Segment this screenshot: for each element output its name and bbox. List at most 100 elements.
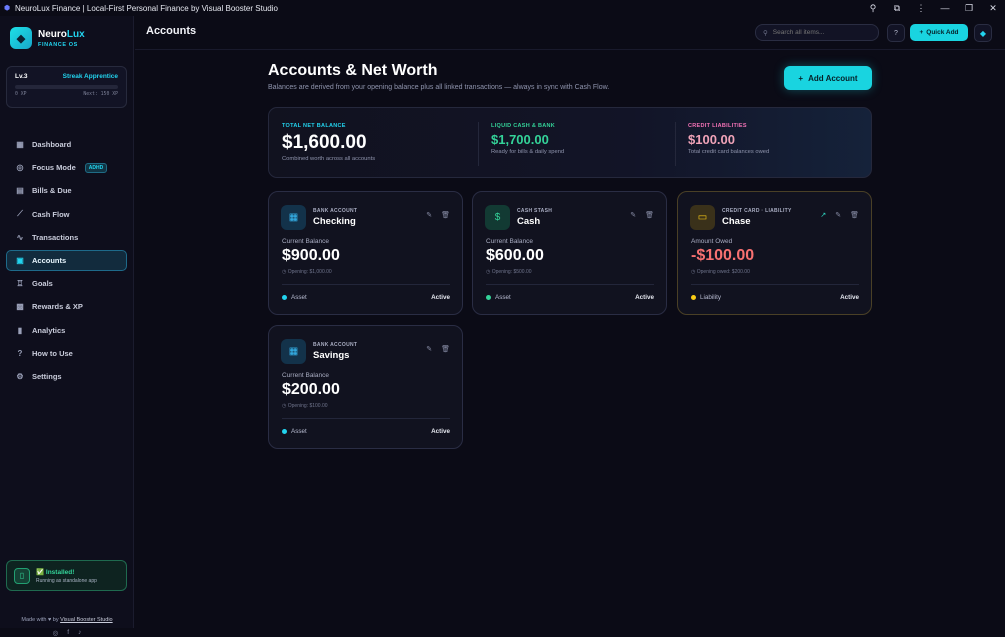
summary-description: Ready for bills & daily spend xyxy=(491,149,565,155)
help-circle-icon: ? xyxy=(17,348,23,358)
status-badge: Active xyxy=(635,294,654,301)
trash-icon[interactable]: 🗑 xyxy=(850,211,859,219)
installed-subtitle: Running as standalone app xyxy=(36,577,97,584)
instagram-icon[interactable]: ◎ xyxy=(53,629,59,637)
account-balance: -$100.00 xyxy=(691,247,755,264)
sidebar-item-label: Settings xyxy=(32,371,62,381)
sidebar-item-rewards-xp[interactable]: ▩ Rewards & XP xyxy=(6,296,127,317)
search-icon: ⚲ xyxy=(763,29,768,37)
minimize-icon[interactable]: — xyxy=(939,3,951,13)
summary-value: $1,700.00 xyxy=(491,132,549,147)
summary-divider xyxy=(478,122,479,166)
sidebar-item-settings[interactable]: ⚙ Settings xyxy=(6,366,127,387)
summary-description: Combined worth across all accounts xyxy=(282,156,376,162)
sidebar-item-accounts[interactable]: ▣ Accounts xyxy=(6,249,127,271)
brand[interactable]: ◆ NeuroLux FINANCE OS xyxy=(10,27,85,49)
sidebar-nav: ▦ Dashboard ◎ Focus Mode ADHD ▤ Bills & Due ⟋ Ca… xyxy=(6,134,127,389)
account-card-savings[interactable]: ▦ BANK ACCOUNT Savings ✎ 🗑 Current Balance $20… xyxy=(268,325,463,449)
dollar-icon: $ xyxy=(485,205,510,230)
level-card[interactable]: Lv.3 Streak Apprentice 0 XP Next: 150 XP xyxy=(6,66,127,108)
account-actions: ✎ 🗑 xyxy=(630,211,654,219)
facebook-icon[interactable]: f xyxy=(67,629,69,637)
search-box[interactable]: ⚲ xyxy=(755,24,879,41)
edit-icon[interactable]: ✎ xyxy=(426,345,432,353)
account-name: Cash xyxy=(517,216,541,227)
edit-icon[interactable]: ✎ xyxy=(426,211,432,219)
clock-icon: ◷ xyxy=(691,269,696,275)
sidebar-item-cash-flow[interactable]: ⟋ Cash Flow xyxy=(6,204,127,225)
balance-label: Current Balance xyxy=(486,238,533,245)
sidebar-item-how-to-use[interactable]: ? How to Use xyxy=(6,343,127,364)
account-card-checking[interactable]: ▦ BANK ACCOUNT Checking ✎ 🗑 Current Balance $9… xyxy=(268,191,463,315)
summary-credit-liabilities: CREDIT LIABILITIES $100.00 Total credit ca… xyxy=(688,123,769,155)
trash-icon[interactable]: 🗑 xyxy=(645,211,654,219)
sidebar-item-focus-mode[interactable]: ◎ Focus Mode ADHD xyxy=(6,157,127,178)
account-card-cash[interactable]: $ CASH STASH Cash ✎ 🗑 Current Balance $600.00 ◷… xyxy=(472,191,667,315)
balance-label: Current Balance xyxy=(282,238,329,245)
status-badge: Active xyxy=(840,294,859,301)
bank-icon: ▦ xyxy=(281,205,306,230)
sidebar-item-label: Dashboard xyxy=(32,140,72,149)
grid-icon: ▦ xyxy=(16,140,24,149)
summary-value: $1,600.00 xyxy=(282,132,367,153)
main-title: Accounts & Net Worth xyxy=(268,62,438,79)
social-links: ◎ f ♪ xyxy=(0,629,134,637)
search-icon[interactable]: ⚲ xyxy=(867,3,879,14)
summary-description: Total credit card balances owed xyxy=(688,149,770,155)
account-name: Checking xyxy=(313,216,356,227)
quick-add-button[interactable]: + Quick Add xyxy=(910,24,968,41)
sidebar-item-analytics[interactable]: ▮ Analytics xyxy=(6,320,127,341)
account-card-chase[interactable]: ▭ CREDIT CARD · LIABILITY Chase ↗ ✎ 🗑 Amount O… xyxy=(677,191,872,315)
tiktok-icon[interactable]: ♪ xyxy=(78,629,81,637)
sidebar-item-label: Transactions xyxy=(32,232,79,242)
add-account-button[interactable]: + Add Account xyxy=(784,66,872,90)
gear-icon: ⚙ xyxy=(16,371,24,381)
help-circle-icon: ? xyxy=(894,29,898,37)
summary-label: TOTAL NET BALANCE xyxy=(282,123,346,129)
trash-icon[interactable]: 🗑 xyxy=(441,211,450,219)
search-input[interactable] xyxy=(772,29,868,36)
status-dot xyxy=(282,295,287,300)
account-type: CASH STASH xyxy=(517,208,553,214)
phone-icon: ▯ xyxy=(14,567,30,584)
sidebar-item-label: Bills & Due xyxy=(32,186,72,196)
studio-link[interactable]: Visual Booster Studio xyxy=(60,617,113,623)
account-type: CREDIT CARD · LIABILITY xyxy=(722,208,792,214)
bank-icon: ▦ xyxy=(281,339,306,364)
trash-icon[interactable]: 🗑 xyxy=(441,345,450,353)
extension-icon[interactable]: ⧉ xyxy=(891,3,903,14)
edit-icon[interactable]: ✎ xyxy=(835,211,841,219)
account-balance: $900.00 xyxy=(282,247,340,264)
sidebar-item-label: Cash Flow xyxy=(32,209,70,219)
restore-icon[interactable]: ❐ xyxy=(963,3,975,14)
status-badge: Active xyxy=(431,294,450,301)
receipt-icon: ▤ xyxy=(16,186,24,196)
sidebar-item-dashboard[interactable]: ▦ Dashboard xyxy=(6,134,127,155)
opening-balance: ◷ Opening: $500.00 xyxy=(486,269,532,275)
sidebar-item-bills-due[interactable]: ▤ Bills & Due xyxy=(6,180,127,201)
adhd-badge: ADHD xyxy=(84,162,108,173)
edit-icon[interactable]: ✎ xyxy=(630,211,636,219)
gift-icon: ▩ xyxy=(16,302,24,312)
account-kind: Asset xyxy=(282,294,307,301)
close-icon[interactable]: ✕ xyxy=(987,3,999,14)
installed-title: ✅ Installed! xyxy=(36,568,75,576)
card-divider xyxy=(486,284,654,285)
summary-label: CREDIT LIABILITIES xyxy=(688,123,747,129)
status-dot xyxy=(691,295,696,300)
quick-add-label: Quick Add xyxy=(926,29,959,36)
sidebar-item-transactions[interactable]: ∿ Transactions xyxy=(6,227,127,248)
card-divider xyxy=(282,284,450,285)
external-link-icon[interactable]: ↗ xyxy=(820,211,826,219)
account-balance: $200.00 xyxy=(282,381,340,398)
streak-label: Streak Apprentice xyxy=(62,73,118,80)
diamond-button[interactable]: ◆ xyxy=(974,24,992,42)
brand-subtitle: FINANCE OS xyxy=(38,41,78,48)
bar-chart-icon: ▮ xyxy=(17,325,23,335)
account-type: BANK ACCOUNT xyxy=(313,342,358,348)
more-icon[interactable]: ⋮ xyxy=(915,3,927,14)
help-button[interactable]: ? xyxy=(887,24,905,42)
sidebar-item-goals[interactable]: ♖ Goals xyxy=(6,273,127,294)
summary-value: $100.00 xyxy=(688,132,735,147)
plus-icon: + xyxy=(919,29,924,36)
